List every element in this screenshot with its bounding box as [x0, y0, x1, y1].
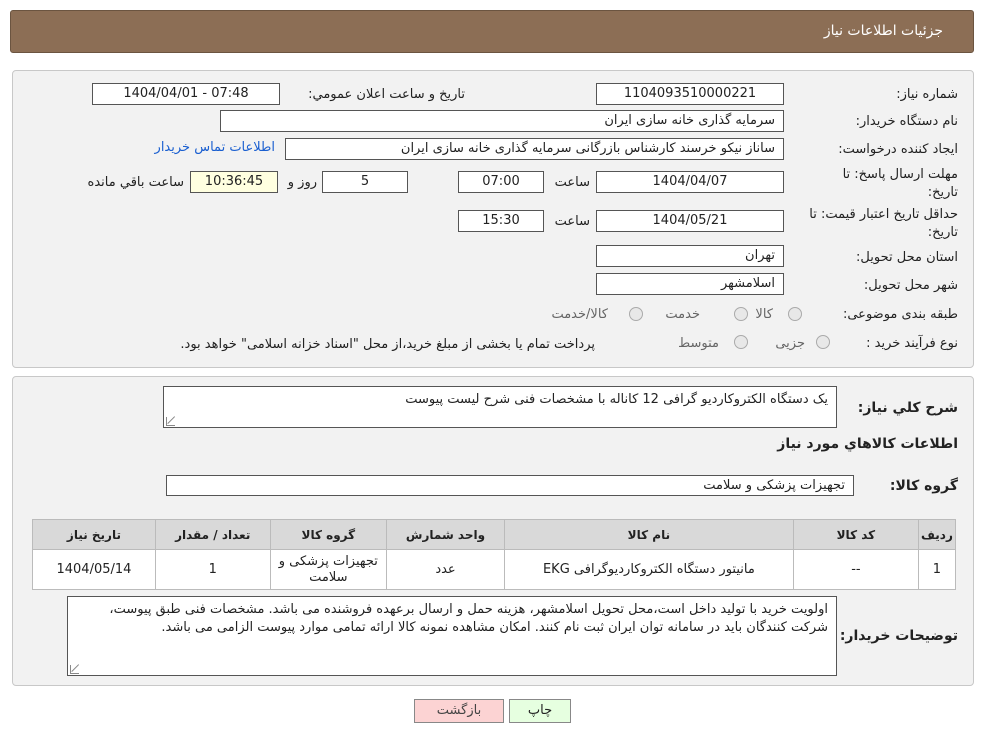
col-goods-name: نام کالا: [503, 519, 794, 550]
reply-deadline-time-label: ساعت: [554, 175, 590, 190]
remaining-time-label: ساعت باقي مانده: [87, 175, 184, 190]
col-row-number: ردیف: [917, 519, 957, 550]
purchase-type-label: نوع فرآیند خرید :: [866, 336, 958, 351]
cell-need-date: 1404/05/14: [32, 549, 156, 590]
page-title: جزئیات اطلاعات نیاز: [823, 23, 943, 39]
purchase-medium-label: متوسط: [678, 336, 719, 351]
reply-deadline-time-field: 07:00: [458, 171, 544, 193]
reply-deadline-label: مهلت ارسال پاسخ: تا تاریخ:: [842, 167, 958, 200]
need-number-field: 1104093510000221: [596, 83, 784, 105]
description-label: شرح کلي نياز:: [857, 400, 958, 416]
announce-datetime-label: تاریخ و ساعت اعلان عمومي:: [308, 87, 465, 102]
col-need-date: تاریخ نیاز: [32, 519, 156, 550]
buyer-notes-text: اولویت خرید با تولید داخل است،محل تحویل …: [109, 602, 828, 635]
buyer-org-label: نام دستگاه خریدار:: [855, 114, 958, 129]
col-quantity: تعداد / مقدار: [154, 519, 271, 550]
purchase-medium-radio[interactable]: [734, 335, 748, 349]
buyer-contact-link[interactable]: اطلاعات تماس خریدار: [155, 140, 275, 155]
category-goods-service-label: کالا/خدمت: [551, 307, 608, 322]
col-unit: واحد شمارش: [386, 519, 505, 550]
purchase-type-note: پرداخت تمام یا بخشی از مبلغ خرید،از محل …: [180, 337, 595, 352]
purchase-partial-radio[interactable]: [816, 335, 830, 349]
delivery-city-field: اسلامشهر: [596, 273, 784, 295]
cell-goods-name: مانیتور دستگاه الکتروکاردیوگرافی EKG: [503, 549, 794, 590]
reply-deadline-date-field: 1404/04/07: [596, 171, 784, 193]
buyer-org-field: سرمایه گذاری خانه سازی ایران: [220, 110, 784, 132]
cell-unit: عدد: [386, 549, 505, 590]
announce-datetime-field: 1404/04/01 - 07:48: [92, 83, 280, 105]
resize-handle-icon[interactable]: [166, 417, 175, 426]
price-validity-date-field: 1404/05/21: [596, 210, 784, 232]
goods-group-field: تجهیزات پزشکی و سلامت: [166, 475, 854, 496]
price-validity-time-label: ساعت: [554, 214, 590, 229]
price-validity-label: حداقل تاریخ اعتبار قیمت: تا تاریخ:: [809, 207, 958, 240]
need-number-label: شماره نیاز:: [896, 87, 958, 102]
cell-goods-group: تجهیزات پزشکی و سلامت: [269, 549, 388, 590]
description-text: یک دستگاه الکتروکاردیو گرافی 12 کاناله ب…: [405, 392, 828, 407]
buyer-notes-label: توضیحات خریدار:: [839, 628, 958, 644]
goods-group-label: گروه کالا:: [889, 478, 958, 494]
table-row: 1 -- مانیتور دستگاه الکتروکاردیوگرافی EK…: [32, 549, 957, 590]
cell-quantity: 1: [154, 549, 271, 590]
back-button[interactable]: بازگشت: [414, 699, 504, 723]
delivery-city-label: شهر محل تحویل:: [863, 278, 958, 293]
category-goods-label: کالا: [755, 307, 773, 322]
col-goods-group: گروه کالا: [269, 519, 388, 550]
buyer-notes-textarea: اولویت خرید با تولید داخل است،محل تحویل …: [67, 596, 837, 676]
category-goods-radio[interactable]: [788, 307, 802, 321]
requester-label: ایجاد کننده درخواست:: [838, 142, 958, 157]
resize-handle-icon[interactable]: [70, 665, 79, 674]
goods-info-title: اطلاعات کالاهاي مورد نياز: [777, 436, 958, 452]
requester-field: ساناز نیکو خرسند کارشناس بازرگانی سرمایه…: [285, 138, 784, 160]
reply-days-label: روز و: [287, 175, 317, 190]
goods-table: ردیف کد کالا نام کالا واحد شمارش گروه کا…: [32, 519, 957, 590]
description-textarea: یک دستگاه الکتروکاردیو گرافی 12 کاناله ب…: [163, 386, 837, 428]
category-service-radio[interactable]: [734, 307, 748, 321]
col-goods-code: کد کالا: [792, 519, 919, 550]
print-button[interactable]: چاپ: [509, 699, 571, 723]
purchase-partial-label: جزیی: [775, 336, 805, 351]
remaining-time-field: 10:36:45: [190, 171, 278, 193]
delivery-province-label: استان محل تحویل:: [856, 250, 958, 265]
goods-table-header: ردیف کد کالا نام کالا واحد شمارش گروه کا…: [32, 519, 957, 550]
category-label: طبقه بندی موضوعی:: [842, 307, 958, 322]
page-header: جزئیات اطلاعات نیاز: [10, 10, 974, 53]
cell-goods-code: --: [792, 549, 919, 590]
category-goods-service-radio[interactable]: [629, 307, 643, 321]
reply-days-field: 5: [322, 171, 408, 193]
category-service-label: خدمت: [665, 307, 700, 322]
cell-row-number: 1: [917, 549, 957, 590]
delivery-province-field: تهران: [596, 245, 784, 267]
price-validity-time-field: 15:30: [458, 210, 544, 232]
